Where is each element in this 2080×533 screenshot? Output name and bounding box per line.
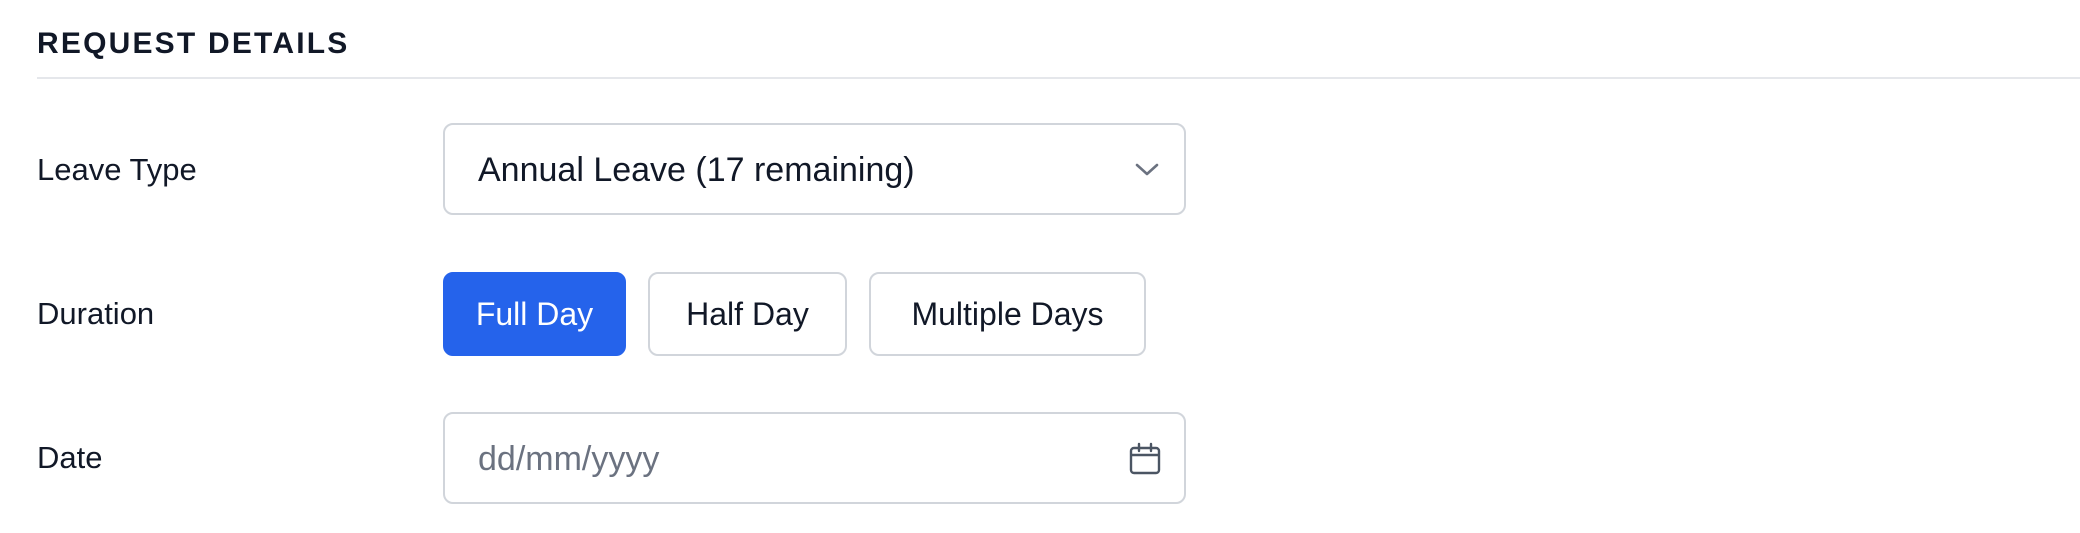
leave-type-label: Leave Type — [37, 152, 197, 187]
calendar-icon[interactable] — [1128, 442, 1162, 476]
duration-label: Duration — [37, 296, 155, 331]
leave-type-select[interactable]: Annual Leave (17 remaining) — [443, 123, 1186, 215]
date-label: Date — [37, 440, 103, 475]
duration-full-day-button[interactable]: Full Day — [443, 272, 626, 356]
chevron-down-icon — [1135, 163, 1159, 176]
date-placeholder: dd/mm/yyyy — [478, 440, 660, 478]
date-input[interactable]: dd/mm/yyyy — [443, 412, 1186, 504]
duration-multiple-days-button[interactable]: Multiple Days — [869, 272, 1146, 356]
duration-half-day-button[interactable]: Half Day — [648, 272, 847, 356]
leave-type-selected-value: Annual Leave (17 remaining) — [478, 151, 915, 189]
section-divider — [37, 77, 2080, 79]
section-title: REQUEST DETAILS — [37, 27, 350, 60]
